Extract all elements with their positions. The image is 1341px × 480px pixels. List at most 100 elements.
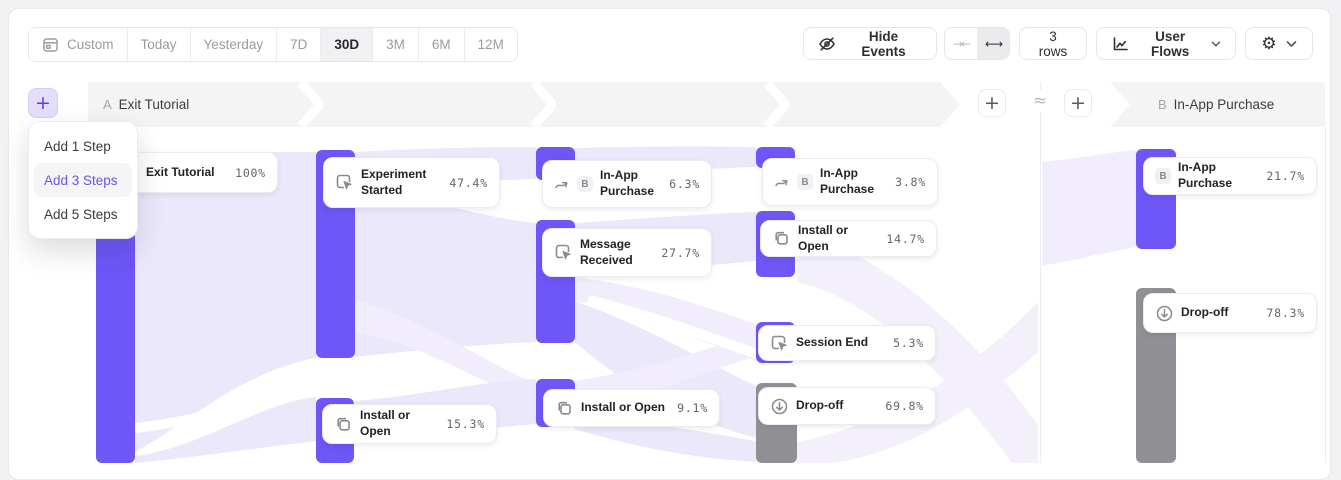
date-range-label: Today <box>141 37 177 52</box>
date-range-label: 30D <box>334 37 359 52</box>
hide-events-label: Hide Events <box>845 29 922 59</box>
hide-events-button[interactable]: Hide Events <box>803 27 937 60</box>
dropoff-icon <box>1155 304 1174 323</box>
section-divider-line <box>1040 82 1041 463</box>
date-range-label: Custom <box>67 37 114 52</box>
date-range-label: 3M <box>386 37 405 52</box>
flow-node-card-experiment-started[interactable]: Experiment Started 47.4% <box>323 157 500 208</box>
flow-node-percent: 27.7% <box>661 246 700 260</box>
date-range-30d[interactable]: 30D <box>320 28 372 61</box>
flow-node-label: Install or Open <box>798 223 879 254</box>
add-step-button[interactable]: + <box>28 88 58 118</box>
section-letter: A <box>103 97 112 112</box>
expand-columns-icon[interactable]: ←→ <box>977 28 1009 59</box>
flow-node-card-install-or-open-2[interactable]: Install or Open 9.1% <box>543 389 720 427</box>
section-title: Exit Tutorial <box>119 97 190 112</box>
flow-node-percent: 14.7% <box>886 232 925 246</box>
date-range-label: 6M <box>432 37 451 52</box>
add-steps-menu: Add 1 StepAdd 3 StepsAdd 5 Steps <box>28 121 138 239</box>
install-icon <box>772 229 791 248</box>
date-range-label: 12M <box>478 37 504 52</box>
view-selector-button[interactable]: User Flows <box>1096 27 1236 60</box>
section-b-edge-line <box>1325 127 1326 463</box>
flow-node-card-drop-off-a[interactable]: Drop-off 69.8% <box>758 387 936 425</box>
flow-node-percent: 69.8% <box>885 399 924 413</box>
add-step-after-a-button[interactable]: + <box>978 89 1006 117</box>
flow-node-label: Exit Tutorial <box>146 165 228 181</box>
date-range-today[interactable]: Today <box>127 28 190 61</box>
jump-icon <box>554 177 570 191</box>
flow-node-percent: 21.7% <box>1266 169 1305 183</box>
section-letter: B <box>1158 97 1167 112</box>
flow-node-card-install-or-open-3[interactable]: Install or Open 15.3% <box>322 404 497 444</box>
menu-item-add-3-steps[interactable]: Add 3 Steps <box>34 163 132 197</box>
add-step-before-b-button[interactable]: + <box>1064 89 1092 117</box>
band-chevron-separator <box>530 82 556 127</box>
date-range-3m[interactable]: 3M <box>372 28 418 61</box>
date-range-yesterday[interactable]: Yesterday <box>190 28 277 61</box>
date-range-label: Yesterday <box>204 37 264 52</box>
date-range-custom[interactable]: Custom <box>29 28 127 61</box>
date-range-label: 7D <box>290 37 307 52</box>
calendar-icon <box>42 36 59 53</box>
flow-node-label: Install or Open <box>581 400 670 416</box>
date-range-picker: Custom Today Yesterday 7D 30D 3M 6M 12M <box>28 27 518 62</box>
chevron-down-icon <box>1286 40 1297 48</box>
install-icon <box>334 415 353 434</box>
jump-icon <box>774 175 790 189</box>
date-range-6m[interactable]: 6M <box>418 28 464 61</box>
flow-node-label: Drop-off <box>1181 305 1259 321</box>
flow-node-label: Install or Open <box>360 408 439 439</box>
rows-label: 3 rows <box>1034 29 1072 59</box>
eye-off-icon <box>818 35 836 53</box>
flow-node-card-in-app-purchase-2[interactable]: B In-App Purchase 3.8% <box>762 158 938 206</box>
collapse-columns-icon[interactable]: →← <box>945 28 977 59</box>
flow-node-percent: 5.3% <box>893 336 924 350</box>
flow-node-card-drop-off-b[interactable]: Drop-off 78.3% <box>1143 293 1317 333</box>
step-band-b[interactable]: B In-App Purchase <box>1110 82 1325 127</box>
user-flows-chart-icon <box>1111 35 1129 53</box>
flow-node-percent: 3.8% <box>895 175 926 189</box>
band-chevron-separator <box>763 82 789 127</box>
rows-button[interactable]: 3 rows <box>1019 27 1087 60</box>
view-selector-label: User Flows <box>1138 29 1202 59</box>
flow-node-label: Experiment Started <box>361 167 442 198</box>
section-b-badge: B <box>1155 168 1171 184</box>
flow-node-percent: 9.1% <box>677 401 708 415</box>
band-chevron-separator <box>297 82 323 127</box>
collapse-expand-toggle: →← ←→ <box>944 27 1010 60</box>
flow-node-card-in-app-purchase-1[interactable]: B In-App Purchase 6.3% <box>542 160 712 208</box>
flow-node-label: Drop-off <box>796 398 878 414</box>
install-icon <box>555 399 574 418</box>
section-b-badge: B <box>577 176 593 192</box>
flow-node-percent: 78.3% <box>1266 306 1305 320</box>
event-icon <box>770 334 789 353</box>
flow-node-percent: 100% <box>235 166 266 180</box>
section-title: In-App Purchase <box>1174 97 1275 112</box>
flow-node-card-session-end[interactable]: Session End 5.3% <box>758 325 936 361</box>
flow-node-label: Message Received <box>580 237 654 268</box>
date-range-12m[interactable]: 12M <box>464 28 517 61</box>
menu-item-add-1-step[interactable]: Add 1 Step <box>34 129 132 163</box>
flow-node-label: In-App Purchase <box>820 166 888 197</box>
flow-node-percent: 15.3% <box>446 417 485 431</box>
approx-divider-icon: ≈ <box>1029 90 1051 112</box>
event-icon <box>335 173 354 192</box>
step-band-a[interactable]: A Exit Tutorial <box>88 82 960 127</box>
flow-node-card-install-or-open-1[interactable]: Install or Open 14.7% <box>760 220 937 257</box>
flow-node-card-in-app-purchase-b[interactable]: B In-App Purchase 21.7% <box>1143 157 1317 195</box>
flow-node-label: In-App Purchase <box>600 168 662 199</box>
chevron-down-icon <box>1211 40 1221 48</box>
flow-node-label: Session End <box>796 335 886 351</box>
flow-node-label: In-App Purchase <box>1178 160 1259 191</box>
date-range-7d[interactable]: 7D <box>276 28 320 61</box>
flow-node-percent: 6.3% <box>669 177 700 191</box>
section-b-badge: B <box>797 174 813 190</box>
gear-icon: ⚙ <box>1261 34 1276 54</box>
settings-button[interactable]: ⚙ <box>1245 27 1313 60</box>
flow-node-card-message-received[interactable]: Message Received 27.7% <box>542 228 712 277</box>
event-icon <box>554 243 573 262</box>
flow-node-percent: 47.4% <box>449 176 488 190</box>
dropoff-icon <box>770 397 789 416</box>
menu-item-add-5-steps[interactable]: Add 5 Steps <box>34 197 132 231</box>
